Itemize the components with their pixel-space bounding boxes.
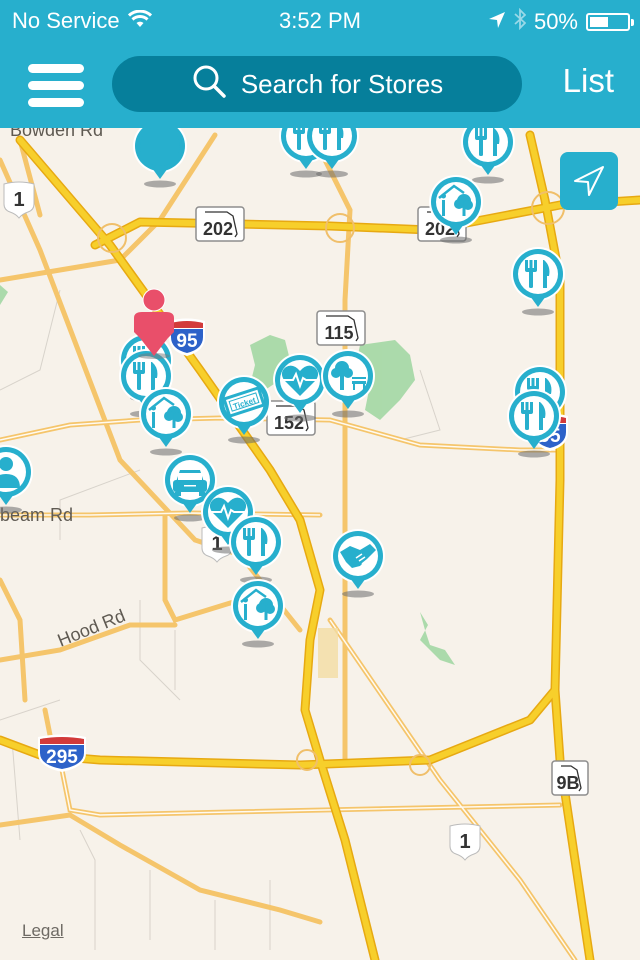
status-bar: No Service 3:52 PM 50%: [0, 0, 640, 40]
navigation-arrow-icon: [574, 166, 604, 196]
store-pin-parks[interactable]: [320, 348, 376, 420]
list-view-button[interactable]: List: [563, 62, 614, 100]
store-pin-home-garden[interactable]: [138, 386, 194, 458]
map-view[interactable]: Bowden Rd beam Rd Hood Rd 1 202 202 95 115 15…: [0, 128, 640, 960]
location-arrow-icon: [488, 9, 506, 35]
user-location-marker[interactable]: [128, 288, 180, 360]
store-pin-restaurant[interactable]: [506, 388, 562, 460]
store-pin-business[interactable]: [330, 528, 386, 600]
route-shield-state: 115: [316, 310, 366, 351]
store-pin-entertainment[interactable]: Ticket: [216, 374, 272, 446]
store-pin-services[interactable]: [0, 444, 34, 516]
hamburger-menu-icon: [28, 64, 84, 73]
svg-text:1: 1: [13, 189, 24, 211]
search-placeholder: Search for Stores: [240, 68, 444, 99]
svg-text:295: 295: [46, 747, 78, 768]
store-pin-restaurant[interactable]: [510, 246, 566, 318]
store-pin-selected[interactable]: [132, 128, 188, 190]
route-shield-us: 1: [0, 180, 38, 225]
bluetooth-icon: [514, 7, 527, 36]
route-shield-us: 1: [446, 822, 484, 867]
battery-percent: 50%: [533, 9, 578, 34]
store-pin-restaurant[interactable]: [304, 128, 360, 180]
svg-text:9B: 9B: [556, 773, 579, 793]
user-location-person-icon: [134, 288, 174, 359]
svg-text:1: 1: [459, 831, 470, 853]
legal-link[interactable]: Legal: [22, 921, 64, 941]
nav-bar: Search for Stores List: [0, 40, 640, 128]
svg-text:115: 115: [324, 323, 353, 343]
store-search-input[interactable]: Search for Stores: [112, 56, 522, 112]
svg-text:202: 202: [203, 219, 233, 239]
route-shield-state: 9B: [551, 760, 589, 801]
road-label-bowden-rd: Bowden Rd: [10, 128, 104, 140]
store-pin-home-garden[interactable]: [428, 174, 484, 246]
search-icon: [191, 63, 227, 106]
store-pin-restaurant[interactable]: [228, 514, 284, 586]
battery-icon: [586, 13, 634, 31]
route-shield-state: 202: [195, 206, 245, 247]
hamburger-menu-button[interactable]: [28, 64, 84, 108]
store-pin-home-garden[interactable]: [230, 578, 286, 650]
route-shield-interstate: 295: [36, 733, 88, 778]
locate-me-button[interactable]: [560, 152, 618, 210]
